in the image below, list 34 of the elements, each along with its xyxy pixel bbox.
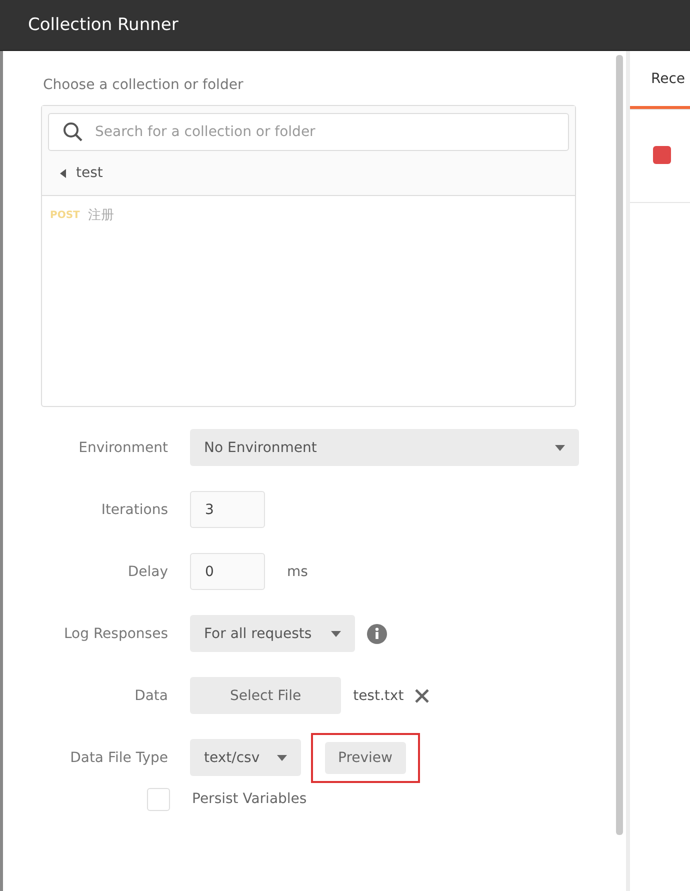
checkbox-label: Persist Variables xyxy=(192,791,307,807)
log-responses-dropdown[interactable]: For all requests xyxy=(190,615,355,652)
triangle-icon xyxy=(60,168,66,178)
panel-tab[interactable]: Rece xyxy=(630,51,690,109)
caret-icon xyxy=(331,630,341,636)
environment-dropdown[interactable]: No Environment xyxy=(190,429,579,466)
field-label: Log Responses xyxy=(63,626,168,642)
unit-label: ms xyxy=(287,564,308,580)
caret-icon xyxy=(277,754,287,760)
method-label: POST xyxy=(50,210,80,220)
request-name: 注册 xyxy=(88,207,114,224)
delay-field[interactable]: 0 xyxy=(190,553,265,590)
info-icon[interactable] xyxy=(367,624,387,644)
file-type-dropdown[interactable]: text/csv xyxy=(190,739,301,776)
checkbox[interactable] xyxy=(147,788,170,810)
window-title: Collection Runner xyxy=(28,15,178,35)
search-icon xyxy=(63,122,83,142)
field-label: Data xyxy=(134,688,168,704)
field-label: Delay xyxy=(126,564,168,580)
collection-item[interactable]: test xyxy=(48,151,569,195)
field-label: Environment xyxy=(78,440,168,456)
field-label: Data File Type xyxy=(69,750,168,766)
caret-icon xyxy=(555,444,565,450)
select-file-button[interactable]: Select File xyxy=(190,677,342,714)
iterations-field[interactable]: 3 xyxy=(190,491,265,528)
scrollbar-thumb[interactable] xyxy=(616,55,622,835)
search-input[interactable]: Search for a collection or folder xyxy=(93,123,568,141)
file-name: test.txt xyxy=(353,688,404,704)
search-field[interactable]: Search for a collection or folder xyxy=(48,113,569,151)
section-heading: Choose a collection or folder xyxy=(43,77,244,93)
status-square-icon xyxy=(653,146,671,164)
field-label: Iterations xyxy=(100,502,168,518)
preview-button[interactable]: Preview xyxy=(325,742,406,774)
close-icon[interactable] xyxy=(414,688,430,704)
